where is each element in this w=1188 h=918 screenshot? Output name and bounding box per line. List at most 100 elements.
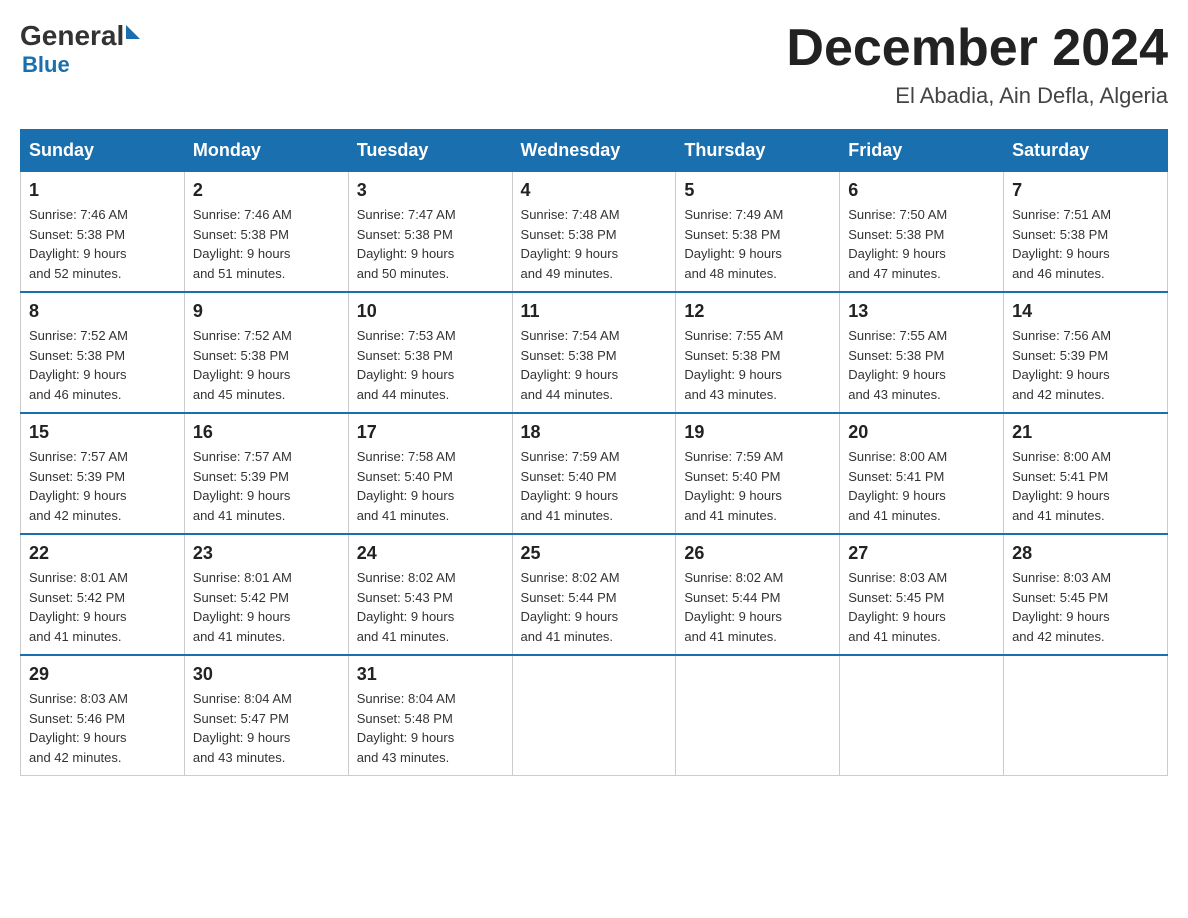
day-number: 6 xyxy=(848,180,995,201)
day-info: Sunrise: 7:58 AMSunset: 5:40 PMDaylight:… xyxy=(357,447,504,525)
col-header-thursday: Thursday xyxy=(676,130,840,172)
col-header-sunday: Sunday xyxy=(21,130,185,172)
calendar-cell: 31 Sunrise: 8:04 AMSunset: 5:48 PMDayligh… xyxy=(348,655,512,776)
day-number: 31 xyxy=(357,664,504,685)
calendar-cell: 9 Sunrise: 7:52 AMSunset: 5:38 PMDaylight… xyxy=(184,292,348,413)
calendar-cell: 5 Sunrise: 7:49 AMSunset: 5:38 PMDaylight… xyxy=(676,172,840,293)
day-info: Sunrise: 8:00 AMSunset: 5:41 PMDaylight:… xyxy=(1012,447,1159,525)
calendar-week-row: 8Sunrise: 7:52 AMSunset: 5:38 PMDaylight… xyxy=(21,292,1168,413)
day-number: 14 xyxy=(1012,301,1159,322)
logo-blue-label: Blue xyxy=(22,52,70,78)
day-number: 30 xyxy=(193,664,340,685)
calendar-subtitle: El Abadia, Ain Defla, Algeria xyxy=(786,83,1168,109)
col-header-monday: Monday xyxy=(184,130,348,172)
calendar-cell: 2 Sunrise: 7:46 AMSunset: 5:38 PMDaylight… xyxy=(184,172,348,293)
day-number: 25 xyxy=(521,543,668,564)
day-info: Sunrise: 7:46 AMSunset: 5:38 PMDaylight:… xyxy=(193,205,340,283)
day-info: Sunrise: 7:50 AMSunset: 5:38 PMDaylight:… xyxy=(848,205,995,283)
calendar-cell: 24 Sunrise: 8:02 AMSunset: 5:43 PMDayligh… xyxy=(348,534,512,655)
day-number: 20 xyxy=(848,422,995,443)
day-number: 27 xyxy=(848,543,995,564)
day-number: 5 xyxy=(684,180,831,201)
calendar-cell: 4Sunrise: 7:48 AMSunset: 5:38 PMDaylight… xyxy=(512,172,676,293)
calendar-cell: 11 Sunrise: 7:54 AMSunset: 5:38 PMDayligh… xyxy=(512,292,676,413)
calendar-cell: 3 Sunrise: 7:47 AMSunset: 5:38 PMDaylight… xyxy=(348,172,512,293)
day-info: Sunrise: 8:04 AMSunset: 5:47 PMDaylight:… xyxy=(193,689,340,767)
col-header-saturday: Saturday xyxy=(1004,130,1168,172)
calendar-cell: 12Sunrise: 7:55 AMSunset: 5:38 PMDayligh… xyxy=(676,292,840,413)
calendar-title: December 2024 xyxy=(786,20,1168,77)
calendar-cell: 16Sunrise: 7:57 AMSunset: 5:39 PMDayligh… xyxy=(184,413,348,534)
day-info: Sunrise: 8:03 AMSunset: 5:45 PMDaylight:… xyxy=(848,568,995,646)
calendar-cell: 8Sunrise: 7:52 AMSunset: 5:38 PMDaylight… xyxy=(21,292,185,413)
day-info: Sunrise: 7:52 AMSunset: 5:38 PMDaylight:… xyxy=(193,326,340,404)
day-info: Sunrise: 7:49 AMSunset: 5:38 PMDaylight:… xyxy=(684,205,831,283)
day-info: Sunrise: 7:57 AMSunset: 5:39 PMDaylight:… xyxy=(29,447,176,525)
day-number: 2 xyxy=(193,180,340,201)
day-number: 9 xyxy=(193,301,340,322)
day-info: Sunrise: 8:01 AMSunset: 5:42 PMDaylight:… xyxy=(29,568,176,646)
day-info: Sunrise: 8:03 AMSunset: 5:46 PMDaylight:… xyxy=(29,689,176,767)
calendar-cell: 27 Sunrise: 8:03 AMSunset: 5:45 PMDayligh… xyxy=(840,534,1004,655)
day-number: 4 xyxy=(521,180,668,201)
day-number: 1 xyxy=(29,180,176,201)
day-number: 26 xyxy=(684,543,831,564)
page-header: General Blue December 2024 El Abadia, Ai… xyxy=(20,20,1168,109)
day-info: Sunrise: 7:52 AMSunset: 5:38 PMDaylight:… xyxy=(29,326,176,404)
calendar-cell: 18 Sunrise: 7:59 AMSunset: 5:40 PMDayligh… xyxy=(512,413,676,534)
calendar-cell: 1 Sunrise: 7:46 AMSunset: 5:38 PMDaylight… xyxy=(21,172,185,293)
day-info: Sunrise: 8:02 AMSunset: 5:44 PMDaylight:… xyxy=(684,568,831,646)
day-info: Sunrise: 8:02 AMSunset: 5:43 PMDaylight:… xyxy=(357,568,504,646)
day-number: 22 xyxy=(29,543,176,564)
calendar-cell: 29Sunrise: 8:03 AMSunset: 5:46 PMDayligh… xyxy=(21,655,185,776)
calendar-cell: 13Sunrise: 7:55 AMSunset: 5:38 PMDayligh… xyxy=(840,292,1004,413)
calendar-cell: 23 Sunrise: 8:01 AMSunset: 5:42 PMDayligh… xyxy=(184,534,348,655)
logo-text: General xyxy=(20,20,140,52)
calendar-cell: 15Sunrise: 7:57 AMSunset: 5:39 PMDayligh… xyxy=(21,413,185,534)
day-info: Sunrise: 8:04 AMSunset: 5:48 PMDaylight:… xyxy=(357,689,504,767)
day-number: 11 xyxy=(521,301,668,322)
day-number: 28 xyxy=(1012,543,1159,564)
day-number: 10 xyxy=(357,301,504,322)
day-info: Sunrise: 7:59 AMSunset: 5:40 PMDaylight:… xyxy=(521,447,668,525)
day-info: Sunrise: 8:00 AMSunset: 5:41 PMDaylight:… xyxy=(848,447,995,525)
calendar-cell: 20 Sunrise: 8:00 AMSunset: 5:41 PMDayligh… xyxy=(840,413,1004,534)
day-number: 21 xyxy=(1012,422,1159,443)
calendar-cell xyxy=(1004,655,1168,776)
calendar-cell: 7Sunrise: 7:51 AMSunset: 5:38 PMDaylight… xyxy=(1004,172,1168,293)
calendar-table: SundayMondayTuesdayWednesdayThursdayFrid… xyxy=(20,129,1168,776)
col-header-wednesday: Wednesday xyxy=(512,130,676,172)
calendar-cell: 28 Sunrise: 8:03 AMSunset: 5:45 PMDayligh… xyxy=(1004,534,1168,655)
day-number: 3 xyxy=(357,180,504,201)
day-number: 13 xyxy=(848,301,995,322)
calendar-cell: 30 Sunrise: 8:04 AMSunset: 5:47 PMDayligh… xyxy=(184,655,348,776)
day-info: Sunrise: 7:53 AMSunset: 5:38 PMDaylight:… xyxy=(357,326,504,404)
day-info: Sunrise: 7:51 AMSunset: 5:38 PMDaylight:… xyxy=(1012,205,1159,283)
calendar-header-row: SundayMondayTuesdayWednesdayThursdayFrid… xyxy=(21,130,1168,172)
calendar-cell xyxy=(676,655,840,776)
day-info: Sunrise: 7:57 AMSunset: 5:39 PMDaylight:… xyxy=(193,447,340,525)
calendar-week-row: 22 Sunrise: 8:01 AMSunset: 5:42 PMDayligh… xyxy=(21,534,1168,655)
calendar-cell: 21 Sunrise: 8:00 AMSunset: 5:41 PMDayligh… xyxy=(1004,413,1168,534)
calendar-cell: 14Sunrise: 7:56 AMSunset: 5:39 PMDayligh… xyxy=(1004,292,1168,413)
day-info: Sunrise: 7:54 AMSunset: 5:38 PMDaylight:… xyxy=(521,326,668,404)
calendar-cell: 22 Sunrise: 8:01 AMSunset: 5:42 PMDayligh… xyxy=(21,534,185,655)
day-info: Sunrise: 7:46 AMSunset: 5:38 PMDaylight:… xyxy=(29,205,176,283)
calendar-week-row: 15Sunrise: 7:57 AMSunset: 5:39 PMDayligh… xyxy=(21,413,1168,534)
day-info: Sunrise: 8:01 AMSunset: 5:42 PMDaylight:… xyxy=(193,568,340,646)
title-section: December 2024 El Abadia, Ain Defla, Alge… xyxy=(786,20,1168,109)
calendar-cell: 25Sunrise: 8:02 AMSunset: 5:44 PMDayligh… xyxy=(512,534,676,655)
day-number: 23 xyxy=(193,543,340,564)
col-header-tuesday: Tuesday xyxy=(348,130,512,172)
day-number: 18 xyxy=(521,422,668,443)
calendar-cell: 17Sunrise: 7:58 AMSunset: 5:40 PMDayligh… xyxy=(348,413,512,534)
day-number: 24 xyxy=(357,543,504,564)
calendar-cell xyxy=(840,655,1004,776)
day-info: Sunrise: 7:59 AMSunset: 5:40 PMDaylight:… xyxy=(684,447,831,525)
day-info: Sunrise: 8:03 AMSunset: 5:45 PMDaylight:… xyxy=(1012,568,1159,646)
day-info: Sunrise: 7:47 AMSunset: 5:38 PMDaylight:… xyxy=(357,205,504,283)
calendar-cell: 10 Sunrise: 7:53 AMSunset: 5:38 PMDayligh… xyxy=(348,292,512,413)
calendar-cell: 19Sunrise: 7:59 AMSunset: 5:40 PMDayligh… xyxy=(676,413,840,534)
col-header-friday: Friday xyxy=(840,130,1004,172)
calendar-cell: 26 Sunrise: 8:02 AMSunset: 5:44 PMDayligh… xyxy=(676,534,840,655)
